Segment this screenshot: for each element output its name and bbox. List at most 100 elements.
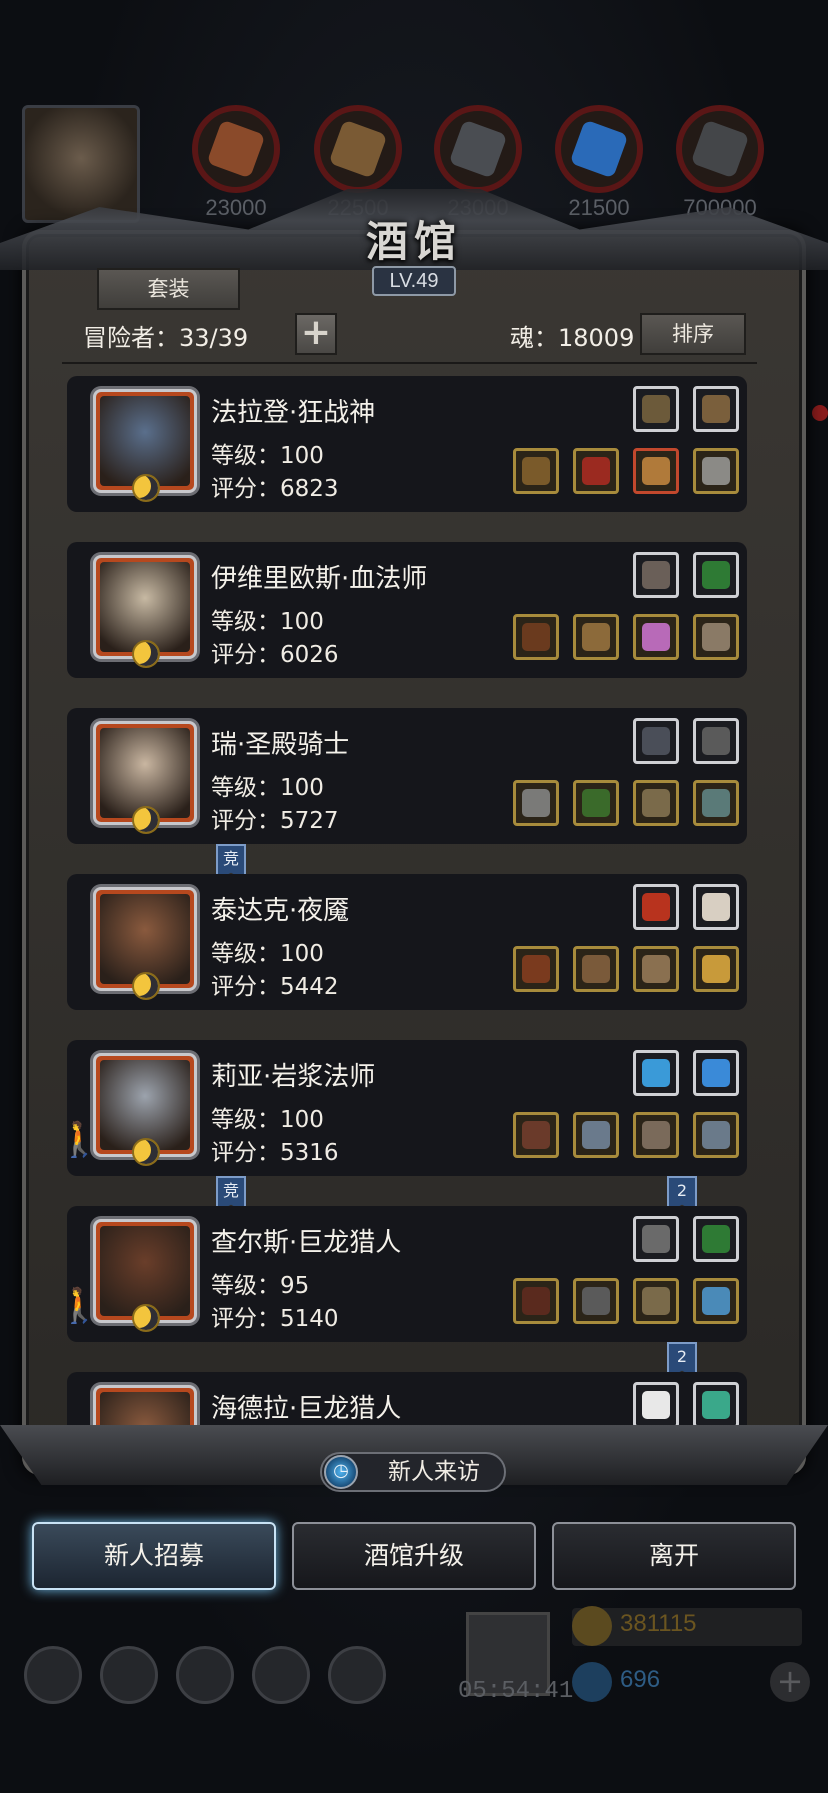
item-icon [702, 789, 730, 817]
hero-score: 评分：5727 [211, 808, 339, 834]
player-avatar[interactable] [22, 105, 140, 223]
equipment-slot[interactable] [633, 1216, 679, 1262]
hero-name: 泰达克·夜魇 [211, 896, 350, 926]
hero-portrait[interactable] [93, 1053, 197, 1166]
hero-list[interactable]: 法拉登·狂战神 等级：100 评分：6823 伊维里欧斯·血法师 等级：100 评分：60… [62, 372, 757, 1434]
equipment-slot[interactable] [513, 1278, 559, 1324]
item-icon [582, 1287, 610, 1315]
equipment-slot[interactable] [633, 552, 679, 598]
equipment-slot[interactable] [513, 614, 559, 660]
hero-portrait[interactable] [93, 389, 197, 502]
equipment-slot[interactable] [693, 718, 739, 764]
equipment-slot[interactable] [633, 1050, 679, 1096]
sort-button[interactable]: 排序 [640, 313, 746, 355]
clock-icon: ◷ [324, 1455, 358, 1489]
equipment-slot[interactable] [513, 780, 559, 826]
hero-score: 评分：5442 [211, 974, 339, 1000]
equipment-slot[interactable] [633, 884, 679, 930]
item-icon [582, 1121, 610, 1149]
item-icon [702, 1059, 730, 1087]
item-icon [702, 1121, 730, 1149]
item-icon [642, 893, 670, 921]
equipment-slot[interactable] [693, 1216, 739, 1262]
hero-row[interactable]: 海德拉·巨龙猎人等级：评分： [67, 1372, 747, 1434]
equipment-slot[interactable] [693, 780, 739, 826]
wood-icon [328, 119, 388, 179]
hero-row[interactable]: 伊维里欧斯·血法师 等级：100 评分：6026 [67, 542, 747, 678]
equipment-slot[interactable] [693, 448, 739, 494]
equipment-slot[interactable] [573, 1112, 619, 1158]
equipment-slot[interactable] [693, 1050, 739, 1096]
item-icon [702, 1391, 730, 1419]
adventurer-count: 冒险者：33/39 [83, 324, 249, 352]
item-icon [642, 1059, 670, 1087]
moon-icon [132, 474, 160, 502]
equipment-slot[interactable] [513, 1112, 559, 1158]
hero-row[interactable]: 泰达克·夜魇 等级：100 评分：5442 [67, 874, 747, 1010]
moon-icon [132, 806, 160, 834]
equipment-slot[interactable] [693, 1382, 739, 1428]
hero-row[interactable]: 法拉登·狂战神 等级：100 评分：6823 [67, 376, 747, 512]
item-icon [582, 955, 610, 983]
equipment-slot[interactable] [693, 1112, 739, 1158]
hero-portrait[interactable] [93, 555, 197, 668]
add-adventurer-button[interactable]: + [295, 313, 337, 355]
equipment-slot[interactable] [693, 884, 739, 930]
hero-row[interactable]: 瑞·圣殿骑士 等级：100 评分：5727 [67, 708, 747, 844]
hero-face [100, 562, 190, 652]
hero-row[interactable]: 莉亚·岩浆法师 等级：100 评分：5316 [67, 1040, 747, 1176]
equipment-slot[interactable] [573, 614, 619, 660]
hero-row[interactable]: 查尔斯·巨龙猎人 等级：95 评分：5140 [67, 1206, 747, 1342]
notification-dot [812, 405, 828, 421]
equipment-slot[interactable] [693, 946, 739, 992]
moon-icon [132, 972, 160, 1000]
divider [62, 362, 757, 364]
equipment-slot[interactable] [573, 946, 619, 992]
item-icon [582, 457, 610, 485]
iron-icon [448, 119, 508, 179]
set-button[interactable]: 套装 [97, 268, 240, 310]
hero-level: 等级：100 [211, 609, 324, 635]
equipment-slot[interactable] [633, 1382, 679, 1428]
hero-icon [100, 1646, 158, 1704]
upgrade-tavern-button[interactable]: 酒馆升级 [292, 1522, 536, 1590]
hero-score: 评分：5316 [211, 1140, 339, 1166]
walking-figure-icon: 🚶 [62, 1120, 101, 1160]
hero-portrait[interactable] [93, 1219, 197, 1332]
item-icon [522, 955, 550, 983]
hero-name: 海德拉·巨龙猎人 [211, 1394, 402, 1424]
hero-portrait[interactable] [93, 721, 197, 834]
equipment-slot[interactable] [633, 448, 679, 494]
map-icon [176, 1646, 234, 1704]
gem-value: 696 [620, 1666, 661, 1693]
equipment-slot[interactable] [633, 946, 679, 992]
item-icon [642, 1287, 670, 1315]
equipment-slot[interactable] [693, 1278, 739, 1324]
equipment-slot[interactable] [693, 552, 739, 598]
equipment-slot[interactable] [573, 780, 619, 826]
equipment-slot[interactable] [513, 448, 559, 494]
equipment-slot[interactable] [573, 448, 619, 494]
moon-icon [132, 1304, 160, 1332]
equipment-slot[interactable] [633, 780, 679, 826]
hero-level: 等级：100 [211, 1107, 324, 1133]
hero-level: 等级：100 [211, 443, 324, 469]
leave-button[interactable]: 离开 [552, 1522, 796, 1590]
ore-icon [206, 119, 266, 179]
item-icon [522, 1287, 550, 1315]
hero-portrait[interactable] [93, 887, 197, 1000]
equipment-slot[interactable] [693, 614, 739, 660]
equipment-slot[interactable] [633, 386, 679, 432]
recruit-button[interactable]: 新人招募 [32, 1522, 276, 1590]
equipment-slot[interactable] [633, 718, 679, 764]
hero-name: 瑞·圣殿骑士 [211, 730, 350, 760]
equipment-slot[interactable] [633, 1112, 679, 1158]
equipment-slot[interactable] [633, 1278, 679, 1324]
visitor-label: 新人来访 [388, 1459, 480, 1485]
item-icon [702, 727, 730, 755]
item-icon [642, 1121, 670, 1149]
equipment-slot[interactable] [573, 1278, 619, 1324]
equipment-slot[interactable] [633, 614, 679, 660]
equipment-slot[interactable] [693, 386, 739, 432]
equipment-slot[interactable] [513, 946, 559, 992]
